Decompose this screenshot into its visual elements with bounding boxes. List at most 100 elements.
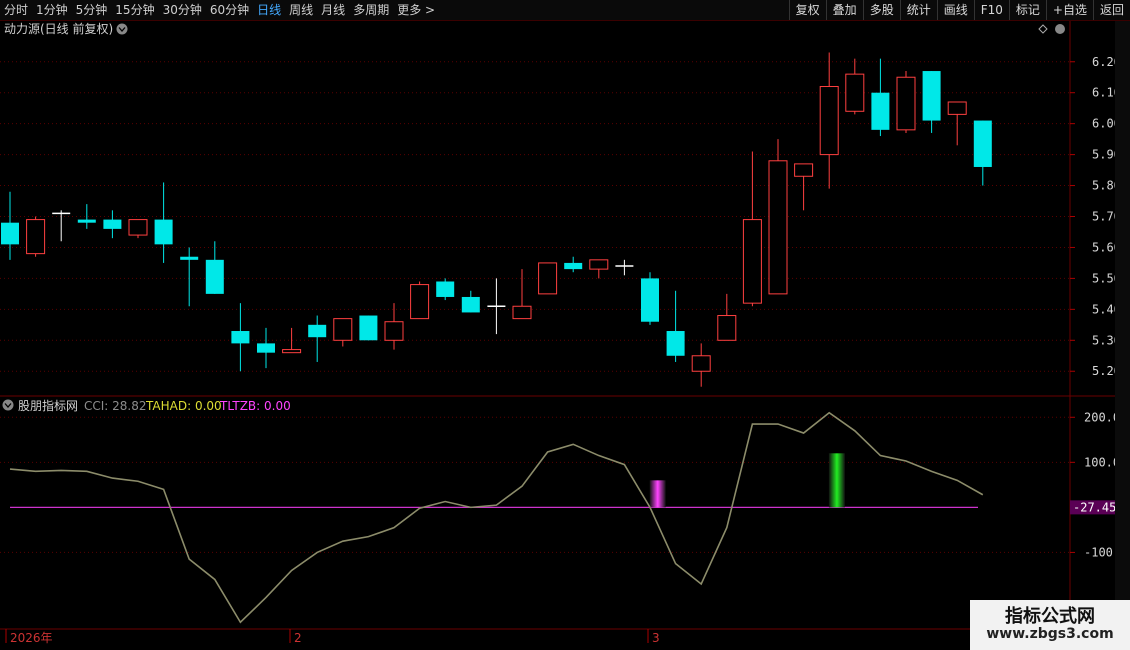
candle-body-up	[26, 219, 46, 255]
candle-body-up	[845, 73, 865, 112]
candle-body-down	[666, 331, 685, 356]
diamond-icon	[1038, 24, 1048, 34]
candle	[973, 120, 992, 186]
period-tab-8[interactable]: 月线	[321, 1, 345, 19]
date-label: 2026年	[10, 631, 53, 645]
candle	[564, 256, 583, 273]
candle	[436, 278, 455, 301]
action-buttons: 复权 叠加 多股 统计 画线 F10 标记 +自选 返回	[788, 0, 1130, 20]
toolbar-action-6[interactable]: 标记	[1008, 0, 1046, 20]
candle-body-down	[154, 219, 173, 245]
candle-body-up	[410, 284, 430, 320]
tltzb-value-label: TLTZB: 0.00	[219, 399, 291, 413]
period-tab-7[interactable]: 周线	[289, 1, 313, 19]
period-tab-3[interactable]: 15分钟	[115, 1, 154, 19]
candle-body-down	[180, 256, 199, 260]
candle-body-up	[742, 219, 762, 304]
period-tab-1[interactable]: 1分钟	[36, 1, 68, 19]
candle	[589, 259, 609, 279]
candle-body-down	[257, 343, 275, 353]
right-info-strip	[1115, 21, 1130, 650]
candle	[538, 262, 558, 295]
candle	[717, 293, 737, 341]
toolbar-action-5[interactable]: F10	[973, 0, 1009, 20]
main-panel-title: 动力源(日线 前复权)	[4, 21, 113, 36]
candle	[666, 290, 685, 362]
candle-body-down	[308, 324, 327, 338]
cci-line	[9, 411, 984, 624]
candle	[128, 219, 148, 239]
indicator-collapse-icon	[2, 399, 14, 411]
candle	[742, 151, 762, 307]
toolbar-action-1[interactable]: 叠加	[825, 0, 863, 20]
candle	[461, 290, 480, 313]
candle	[308, 315, 327, 362]
candle-body-up	[896, 76, 916, 131]
date-label: 3	[652, 631, 660, 645]
candle	[410, 281, 430, 320]
top-toolbar: 分时 1分钟 5分钟 15分钟 30分钟 60分钟 日线 周线 月线 多周期 更多 > 复权 叠加 多股…	[0, 0, 1130, 21]
candle	[52, 210, 71, 242]
period-tab-9[interactable]: 多周期	[353, 1, 389, 19]
period-tab-10[interactable]: 更多 >	[397, 1, 435, 19]
panel-menu-icon	[1055, 24, 1065, 34]
candle	[615, 259, 634, 276]
candle-body-up	[691, 355, 711, 372]
candle	[282, 327, 302, 354]
toolbar-action-3[interactable]: 统计	[899, 0, 937, 20]
tltzb-marker-bar	[649, 480, 666, 508]
candle-body-up	[333, 318, 353, 341]
candle	[205, 241, 224, 294]
candle	[384, 303, 404, 350]
candle	[487, 278, 506, 335]
candle	[512, 269, 532, 320]
candle-body-down	[922, 71, 941, 121]
chart-area: 动力源(日线 前复权)6.206.106.005.905.805.705.605…	[0, 21, 1127, 650]
candle	[103, 210, 122, 239]
candle	[641, 272, 659, 325]
cci-value-label: CCI: 28.82	[84, 399, 147, 413]
candle-body-up	[768, 160, 788, 295]
period-tab-5[interactable]: 60分钟	[210, 1, 249, 19]
candle	[819, 52, 839, 189]
candle-body-down	[461, 296, 480, 313]
candle-body-down	[205, 259, 224, 294]
candle	[257, 327, 275, 369]
candle-body-up	[512, 305, 532, 320]
watermark-title: 指标公式网	[1005, 606, 1095, 627]
candle-body-down	[103, 219, 122, 229]
candle	[180, 247, 199, 307]
baseline-value-label: -27.45	[1073, 500, 1116, 514]
candle-body-up	[819, 86, 839, 156]
candle-body-up	[282, 349, 302, 354]
period-tab-6[interactable]: 日线	[257, 1, 281, 19]
period-tab-0[interactable]: 分时	[4, 1, 28, 19]
toolbar-action-4[interactable]: 画线	[936, 0, 974, 20]
date-label: 2	[294, 631, 302, 645]
collapse-icon	[116, 23, 128, 35]
candle-body-up	[717, 315, 737, 341]
candle-body-up	[589, 259, 609, 270]
tahad-value-label: TAHAD: 0.00	[145, 399, 222, 413]
candle	[231, 303, 250, 372]
candle-body-up	[794, 163, 814, 177]
watermark: 指标公式网 www.zbgs3.com	[970, 600, 1130, 650]
toolbar-action-2[interactable]: 多股	[862, 0, 900, 20]
period-tab-4[interactable]: 30分钟	[163, 1, 202, 19]
candle	[947, 101, 967, 146]
candle-body-up	[128, 219, 148, 236]
candle	[691, 343, 711, 387]
candle	[154, 182, 173, 263]
candle	[896, 71, 916, 133]
candle	[845, 58, 865, 115]
candle-body-up	[947, 101, 967, 115]
candle	[359, 315, 378, 341]
toolbar-action-7[interactable]: +自选	[1045, 0, 1093, 20]
tahad-marker-bar	[828, 453, 845, 508]
toolbar-action-8[interactable]: 返回	[1092, 0, 1130, 20]
candle-body-down	[973, 120, 992, 167]
period-tab-2[interactable]: 5分钟	[76, 1, 108, 19]
candle	[26, 216, 46, 257]
candle	[794, 163, 814, 211]
toolbar-action-0[interactable]: 复权	[788, 0, 826, 20]
